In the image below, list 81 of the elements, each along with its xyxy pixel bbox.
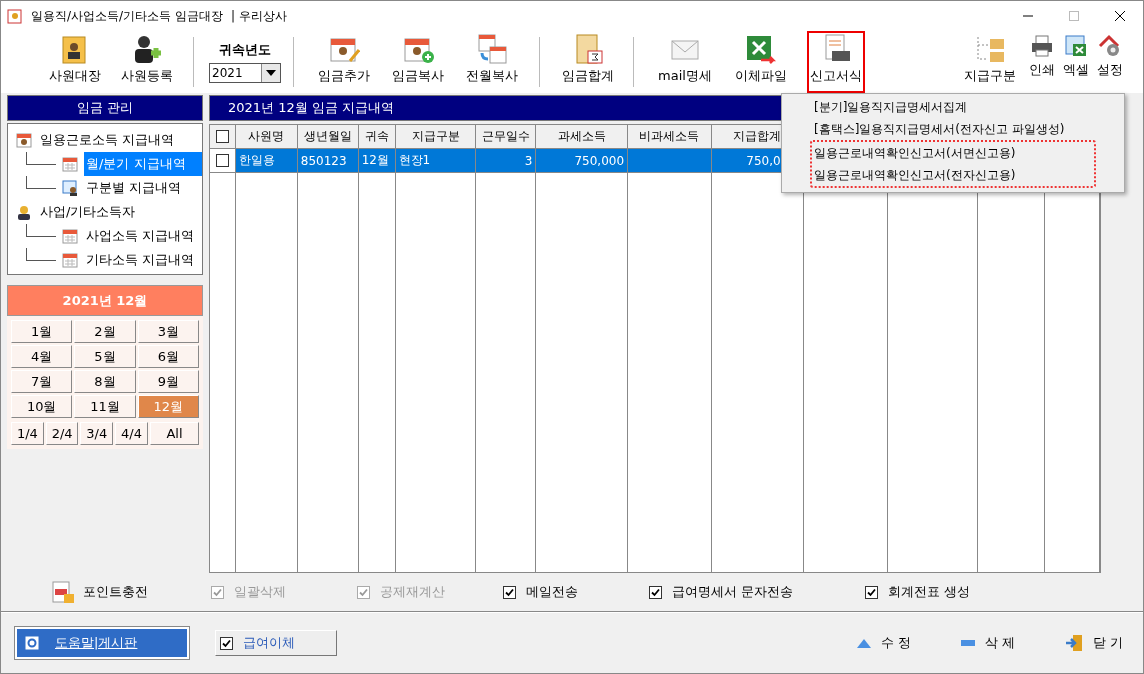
option-checkbox[interactable]: 회계전표 생성 (865, 583, 1025, 601)
window-person-icon (62, 180, 78, 196)
month-button[interactable]: 11월 (74, 395, 136, 418)
toolbar-button[interactable]: 엑셀 (1061, 31, 1091, 93)
tree-item[interactable]: 일용근로소득 지급내역 (38, 128, 177, 152)
calendar-icon (62, 156, 78, 172)
window-title: 일용직/사업소득/기타소득 임금대장 (31, 7, 223, 25)
toolbar-button[interactable]: mail명세 (649, 31, 721, 93)
month-button[interactable]: 5월 (74, 345, 136, 368)
month-button[interactable]: 2월 (74, 320, 136, 343)
quarter-button[interactable]: 1/4 (11, 422, 44, 445)
tree-connector (26, 224, 56, 237)
tree-item[interactable]: 기타소득 지급내역 (84, 248, 197, 272)
caret-icon (266, 70, 276, 76)
coupon-icon (51, 580, 75, 604)
toolbar-button[interactable]: 설정 (1095, 31, 1125, 93)
help-icon (25, 636, 39, 650)
toolbar-button[interactable]: 임금추가 (309, 31, 379, 93)
option-checkbox[interactable]: 메일전송 (503, 583, 649, 601)
month-button[interactable]: 7월 (11, 370, 73, 393)
month-button[interactable]: 1월 (11, 320, 73, 343)
checkbox[interactable] (503, 585, 516, 599)
toolbar-button[interactable]: 전월복사 (457, 31, 527, 93)
checkbox[interactable] (649, 585, 662, 599)
month-button[interactable]: 6월 (137, 345, 199, 368)
month-button[interactable]: 8월 (74, 370, 136, 393)
quarter-button[interactable]: 3/4 (80, 422, 114, 445)
tree-connector (26, 176, 56, 189)
calendar-icon (62, 252, 78, 268)
edit-button[interactable]: 수 정 (857, 634, 912, 652)
table-cell: 12월 (358, 149, 396, 173)
checkbox[interactable] (215, 130, 229, 143)
year-dropdown[interactable]: 2021 (209, 63, 281, 83)
toolbar-button[interactable]: 임금합계 (555, 31, 621, 93)
toolbar-button[interactable]: 사원대장 (41, 31, 109, 93)
spreadsheet-icon (1064, 34, 1088, 58)
calendar-icon (62, 228, 78, 244)
month-button[interactable]: 4월 (11, 345, 73, 368)
quarter-button[interactable]: 4/4 (115, 422, 148, 445)
worker-icon (16, 204, 32, 220)
month-button[interactable]: 10월 (11, 395, 73, 418)
printer-icon (1030, 34, 1054, 58)
toolbar-button[interactable]: 임금복사 (383, 31, 453, 93)
table-cell: 3 (476, 149, 537, 173)
toolbar-button[interactable]: 인쇄 (1027, 31, 1057, 93)
toolbar-button[interactable]: 사원등록 (113, 31, 181, 93)
triangle-up-icon (857, 638, 871, 648)
period-header: 2021년 12월 (7, 285, 203, 316)
tree-item[interactable]: 사업/기타소득자 (38, 200, 138, 224)
table-cell: 한일용 (235, 149, 298, 173)
checkbox[interactable] (220, 636, 233, 650)
month-button[interactable]: 3월 (137, 320, 199, 343)
settings-icon (1098, 34, 1122, 58)
checkbox[interactable] (865, 585, 878, 599)
option-checkbox[interactable]: 급여명세서 문자전송 (649, 583, 865, 601)
toolbar-button[interactable]: 지급구분 (957, 31, 1023, 93)
app-icon (7, 8, 23, 24)
toolbar-button[interactable]: 이체파일 (725, 31, 797, 93)
tree-item[interactable]: 사업소득 지급내역 (84, 224, 197, 248)
minus-icon (961, 640, 976, 646)
tree-connector (26, 248, 56, 261)
table-cell: 750,000 (536, 149, 629, 173)
exit-door-icon (1065, 634, 1084, 652)
point-charge-button[interactable]: 포인트충전 (51, 580, 211, 604)
calendar-person-icon (16, 132, 32, 148)
transfer-button[interactable]: 급여이체 (215, 630, 337, 656)
help-board-link[interactable]: 도움말|게시판 (15, 627, 189, 659)
delete-button[interactable]: 삭 제 (961, 634, 1016, 652)
year-label: 귀속년도 (219, 41, 271, 59)
quarter-button[interactable]: 2/4 (45, 422, 79, 445)
company-name: | 우리상사 (230, 7, 287, 25)
close-button[interactable]: 닫 기 (1065, 634, 1124, 652)
tree-item[interactable]: 월/분기 지급내역 (84, 152, 202, 176)
panel-header: 임금 관리 (7, 95, 203, 121)
month-button[interactable]: 9월 (137, 370, 199, 393)
table-cell: 850123 (297, 149, 359, 173)
tree-item[interactable]: 구분별 지급내역 (84, 176, 184, 200)
table-cell: 현장1 (395, 149, 477, 173)
quarter-button[interactable]: All (149, 422, 199, 445)
checkbox[interactable] (215, 154, 229, 167)
tree-connector (26, 152, 56, 165)
